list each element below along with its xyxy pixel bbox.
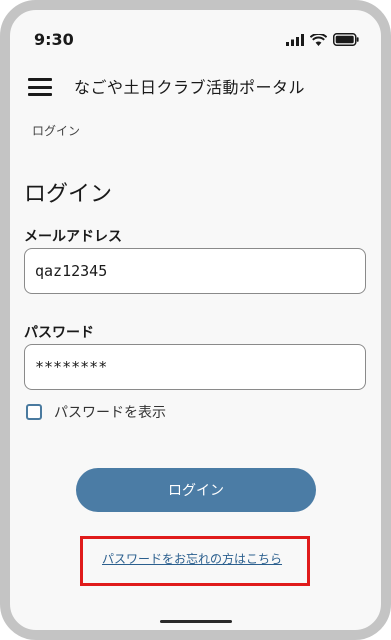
- battery-icon: [333, 33, 359, 46]
- status-icons: [286, 33, 359, 46]
- password-label: パスワード: [24, 325, 94, 341]
- wifi-icon: [310, 33, 327, 46]
- email-label: メールアドレス: [24, 229, 122, 245]
- app-title: なごや土日クラブ活動ポータル: [74, 78, 306, 97]
- hamburger-menu-icon[interactable]: [28, 78, 52, 96]
- app-header: なごや土日クラブ活動ポータル: [28, 72, 363, 102]
- page-title: ログイン: [24, 182, 113, 207]
- breadcrumb: ログイン: [32, 124, 81, 138]
- status-bar: 9:30: [34, 30, 359, 54]
- password-field[interactable]: [24, 344, 366, 390]
- phone-frame: 9:30 なごや土日クラブ活動ポータル ログイン ログイン メールアドレス qa…: [0, 0, 391, 640]
- show-password-label: パスワードを表示: [54, 405, 166, 421]
- show-password-checkbox[interactable]: [26, 404, 42, 420]
- status-time: 9:30: [34, 30, 74, 49]
- email-field[interactable]: [24, 248, 366, 294]
- forgot-password-link[interactable]: パスワードをお忘れの方はこちら: [102, 550, 282, 567]
- home-indicator: [160, 620, 232, 623]
- login-button[interactable]: ログイン: [76, 468, 316, 512]
- signal-icon: [286, 33, 304, 46]
- show-password-toggle[interactable]: パスワードを表示: [26, 402, 166, 422]
